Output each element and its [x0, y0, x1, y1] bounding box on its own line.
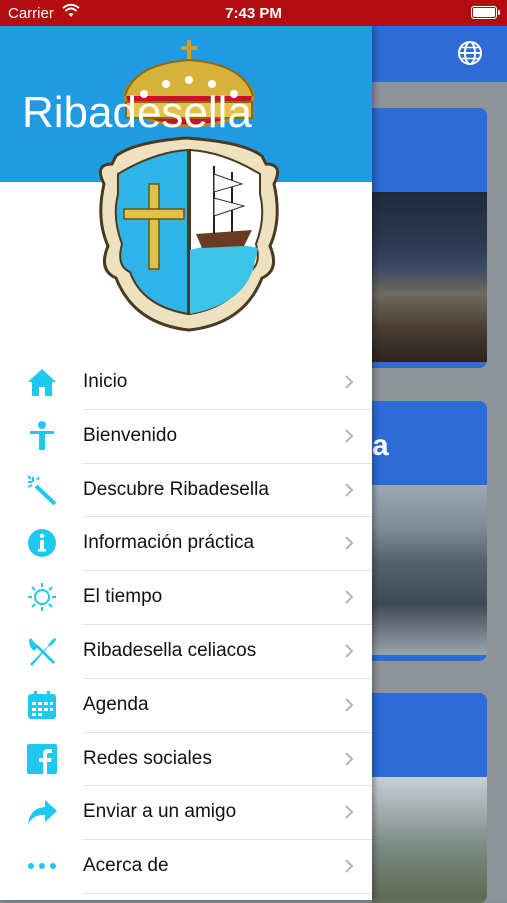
menu-item-informacion[interactable]: Información práctica: [0, 517, 372, 572]
sun-icon: [26, 581, 58, 613]
drawer-menu: Inicio Bienvenido Descubre Ribadesella I…: [0, 356, 372, 894]
globe-icon[interactable]: [457, 40, 483, 71]
chevron-right-icon: [344, 751, 354, 772]
chevron-right-icon: [344, 858, 354, 879]
menu-item-inicio[interactable]: Inicio: [0, 356, 372, 410]
menu-item-label: Descubre Ribadesella: [83, 478, 269, 500]
menu-item-celiacos[interactable]: Ribadesella celiacos: [0, 625, 372, 679]
battery-icon: [471, 6, 500, 19]
chevron-right-icon: [344, 697, 354, 718]
menu-item-label: Acerca de: [83, 855, 169, 877]
menu-item-label: Enviar a un amigo: [83, 801, 237, 823]
chevron-right-icon: [344, 482, 354, 503]
background-card[interactable]: [372, 108, 487, 368]
menu-item-agenda[interactable]: Agenda: [0, 679, 372, 733]
chevron-right-icon: [344, 589, 354, 610]
card-heading: a: [372, 429, 389, 462]
menu-item-label: Ribadesella celiacos: [83, 639, 257, 661]
drawer-title: Ribadesella: [22, 88, 252, 137]
chevron-right-icon: [344, 535, 354, 556]
background-card[interactable]: a: [372, 401, 487, 661]
side-drawer: Ribadesella Inicio Bienvenido Descubre R…: [0, 26, 372, 900]
menu-item-label: Bienvenido: [83, 424, 178, 446]
coat-of-arms-logo: [98, 40, 280, 332]
menu-item-descubre[interactable]: Descubre Ribadesella: [0, 464, 372, 518]
menu-item-label: Redes sociales: [83, 747, 212, 769]
menu-item-bienvenido[interactable]: Bienvenido: [0, 410, 372, 464]
facebook-icon: [26, 743, 58, 775]
fork-knife-icon: [26, 635, 58, 667]
coast-aerial-photo: [372, 485, 487, 655]
background-screen: a: [372, 26, 507, 903]
info-icon: [26, 527, 58, 559]
menu-item-label: Agenda: [83, 693, 149, 715]
background-card[interactable]: [372, 693, 487, 903]
clock: 7:43 PM: [225, 5, 282, 22]
magic-wand-icon: [26, 474, 58, 506]
home-icon: [26, 366, 58, 398]
menu-item-acerca-de[interactable]: Acerca de: [0, 840, 372, 894]
menu-item-redes-sociales[interactable]: Redes sociales: [0, 733, 372, 787]
person-icon: [26, 420, 58, 452]
chevron-right-icon: [344, 804, 354, 825]
night-harbor-photo: [372, 192, 487, 362]
more-dots-icon: [26, 850, 58, 882]
menu-item-label: Inicio: [83, 371, 128, 392]
menu-item-label: El tiempo: [83, 586, 163, 608]
background-nav-bar: [372, 26, 507, 82]
menu-item-label: Información práctica: [83, 532, 255, 554]
chevron-right-icon: [344, 643, 354, 664]
town-landscape-photo: [372, 777, 487, 903]
chevron-right-icon: [344, 374, 354, 395]
calendar-icon: [26, 689, 58, 721]
chevron-right-icon: [344, 428, 354, 449]
menu-item-tiempo[interactable]: El tiempo: [0, 571, 372, 625]
divider: [83, 892, 372, 894]
menu-item-enviar-amigo[interactable]: Enviar a un amigo: [0, 786, 372, 841]
share-arrow-icon: [26, 796, 58, 828]
status-bar: Carrier 7:43 PM: [0, 0, 507, 26]
